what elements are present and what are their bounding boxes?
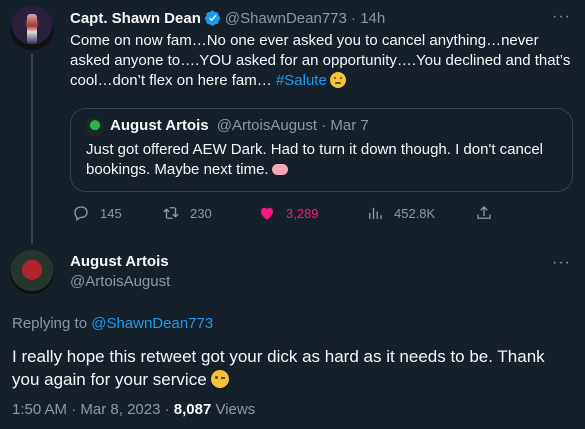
reply-meta: 1:50 AM · Mar 8, 2023 · 8,087 Views	[12, 401, 255, 418]
quote-text-line: bookings. Maybe next time.	[86, 161, 269, 178]
reply-author-handle[interactable]: @ArtoisAugust	[70, 273, 170, 290]
quote-avatar	[86, 118, 104, 136]
reply-text-line: I really hope this retweet got your dick…	[12, 347, 545, 366]
replying-to: Replying to @ShawnDean773	[12, 315, 213, 332]
views-separator: ·	[160, 401, 174, 418]
replying-to-link[interactable]: @ShawnDean773	[91, 315, 213, 332]
share-button[interactable]	[475, 204, 493, 222]
reply-text: I really hope this retweet got your dick…	[12, 345, 577, 391]
views-chart-icon	[369, 207, 382, 219]
quote-time: Mar 7	[330, 117, 369, 134]
author-handle[interactable]: @ShawnDean773	[225, 10, 347, 27]
reply-button[interactable]: 145	[72, 204, 122, 222]
retweet-count: 230	[190, 205, 212, 221]
avatar[interactable]	[10, 6, 54, 50]
tweet-text-line: cool…don’t flex on here fam…	[70, 72, 276, 89]
tweet-header: Capt. Shawn Dean @ShawnDean773 · 14h	[70, 8, 385, 28]
reply-time[interactable]: 1:50 AM	[12, 401, 67, 418]
salute-emoji-icon	[329, 72, 346, 88]
replying-to-label: Replying to	[12, 315, 92, 332]
reply-avatar[interactable]	[10, 250, 54, 294]
time-separator: ·	[346, 9, 361, 27]
date-separator: ·	[67, 401, 81, 418]
quote-author-name: August Artois	[110, 117, 209, 134]
hashtag-link[interactable]: #Salute	[276, 72, 327, 89]
tweet-text: Come on now fam…No one ever asked you to…	[70, 31, 575, 91]
reply-views-label: Views	[211, 401, 256, 418]
tweet-time[interactable]: 14h	[360, 10, 385, 27]
like-count: 3,289	[286, 205, 319, 221]
views-count: 452.8K	[394, 205, 436, 221]
pig-emoji-icon	[271, 164, 288, 175]
thread-line	[31, 54, 33, 244]
retweet-icon	[163, 207, 179, 219]
author-name[interactable]: Capt. Shawn Dean	[70, 10, 201, 27]
reply-text-line: you again for your service	[12, 370, 207, 389]
views-button[interactable]: 452.8K	[366, 204, 435, 222]
reply-count: 145	[100, 205, 122, 221]
quote-header: August Artois @ArtoisAugust · Mar 7	[110, 117, 369, 134]
reply-icon	[74, 206, 88, 222]
tweet-text-line: Come on now fam…No one ever asked you to…	[70, 32, 539, 49]
reply-date[interactable]: Mar 8, 2023	[80, 401, 160, 418]
like-button[interactable]: 3,289	[258, 204, 319, 222]
verified-badge-icon	[204, 10, 220, 26]
wink-emoji-icon	[210, 370, 229, 388]
tweet-actions: 145 230 3,289 452.8K	[70, 204, 575, 224]
reply-author-name[interactable]: August Artois	[70, 253, 169, 270]
heart-icon	[261, 207, 273, 220]
more-options-icon[interactable]: ···	[552, 8, 571, 26]
reply-more-options-icon[interactable]: ···	[552, 254, 571, 272]
quote-text-line: Just got offered AEW Dark. Had to turn i…	[86, 141, 544, 158]
share-icon	[477, 206, 491, 219]
quote-text: Just got offered AEW Dark. Had to turn i…	[86, 140, 566, 180]
retweet-button[interactable]: 230	[162, 204, 212, 222]
quote-author-handle: @ArtoisAugust	[216, 117, 318, 134]
quote-time-separator: ·	[317, 117, 331, 134]
reply-views-count: 8,087	[173, 401, 212, 418]
tweet-text-line: asked anyone to….YOU asked for an opport…	[70, 52, 571, 69]
